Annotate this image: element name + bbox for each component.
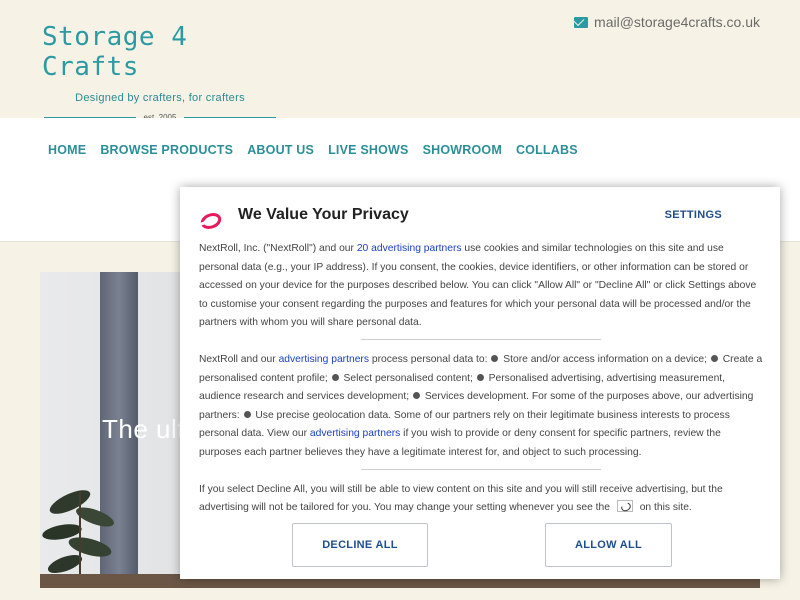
consent-title: We Value Your Privacy [238, 206, 409, 223]
bullet-icon [412, 392, 420, 400]
nav-item-about-us[interactable]: ABOUT US [247, 143, 314, 157]
envelope-icon [574, 16, 589, 28]
bullet-icon [243, 410, 251, 418]
consent-paragraph-3: If you select Decline All, you will stil… [199, 481, 763, 518]
nav-item-collabs[interactable]: COLLABS [516, 143, 578, 157]
consent-paragraph-1: NextRoll, Inc. ("NextRoll") and our 20 a… [199, 240, 763, 333]
consent-divider-2 [361, 468, 601, 470]
privacy-consent-dialog: We Value Your Privacy SETTINGS NextRoll,… [180, 187, 780, 579]
nav-item-browse-products[interactable]: BROWSE PRODUCTS [100, 143, 233, 157]
hero-heading: The ult [102, 414, 185, 444]
consent-divider-1 [361, 338, 601, 340]
nav-item-showroom[interactable]: SHOWROOM [423, 143, 502, 157]
purpose-1: Store and/or access information on a dev… [503, 353, 710, 365]
logo-title: Storage 4 Crafts [42, 22, 188, 82]
hero-plant-image [42, 490, 114, 588]
consent-body: NextRoll, Inc. ("NextRoll") and our 20 a… [199, 240, 763, 518]
settings-button[interactable]: SETTINGS [665, 209, 722, 221]
logo-tagline: Designed by crafters, for crafters [75, 92, 245, 104]
site-header: Storage 4 Crafts Designed by crafters, f… [0, 0, 800, 122]
nav-items: HOME BROWSE PRODUCTS ABOUT US LIVE SHOWS… [48, 143, 592, 157]
site-logo[interactable]: Storage 4 Crafts Designed by crafters, f… [42, 22, 278, 122]
decline-all-button[interactable]: DECLINE ALL [292, 523, 428, 567]
consent-p2-mid: process personal data to: [369, 353, 491, 365]
consent-p3-post: on this site. [636, 502, 692, 514]
partners-count-link[interactable]: 20 advertising partners [357, 243, 462, 254]
nextroll-logo-icon [200, 213, 222, 229]
bullet-icon [476, 373, 484, 381]
purpose-3: Select personalised content; [343, 372, 476, 384]
header-email-text: mail@storage4crafts.co.uk [594, 14, 760, 30]
consent-paragraph-2: NextRoll and our advertising partners pr… [199, 351, 763, 463]
consent-p1-post: use cookies and similar technologies on … [199, 243, 757, 329]
consent-settings-icon [616, 500, 633, 513]
consent-p2-pre: NextRoll and our [199, 353, 279, 365]
consent-p1-pre: NextRoll, Inc. ("NextRoll") and our [199, 243, 357, 254]
advertising-partners-link-1[interactable]: advertising partners [279, 354, 369, 365]
bullet-icon [710, 354, 718, 362]
advertising-partners-link-2[interactable]: advertising partners [310, 428, 400, 439]
allow-all-button[interactable]: ALLOW ALL [545, 523, 672, 567]
nav-item-home[interactable]: HOME [48, 143, 86, 157]
header-email-link[interactable]: mail@storage4crafts.co.uk [574, 14, 760, 30]
bullet-icon [331, 373, 339, 381]
bullet-icon [491, 354, 499, 362]
nav-item-live-shows[interactable]: LIVE SHOWS [328, 143, 408, 157]
